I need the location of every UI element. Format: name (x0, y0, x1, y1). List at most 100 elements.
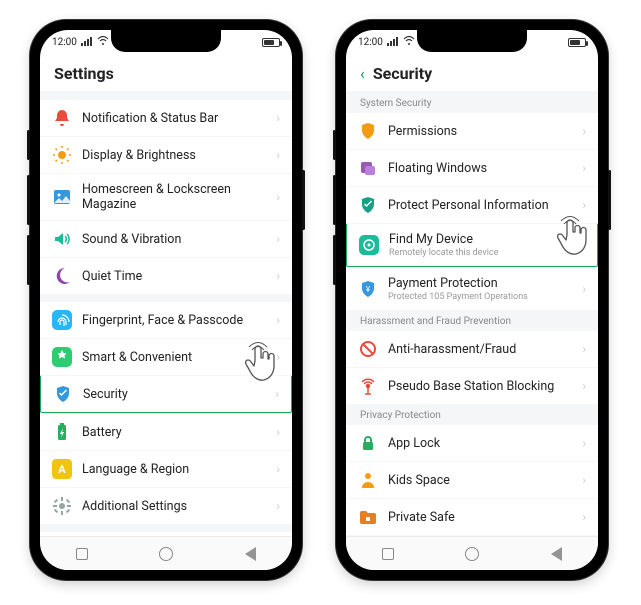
page-title: Settings (54, 64, 114, 83)
sound-icon (52, 229, 72, 249)
row-label: Floating Windows (388, 161, 572, 176)
row-label: Sound & Vibration (82, 232, 266, 247)
row-smart[interactable]: Smart & Convenient › (40, 338, 292, 375)
chevron-right-icon: › (582, 473, 586, 487)
row-label: Additional Settings (82, 499, 266, 514)
chevron-right-icon: › (276, 425, 280, 439)
chevron-right-icon: › (276, 350, 280, 364)
status-time: 12:00 (358, 37, 383, 48)
chevron-right-icon: › (275, 387, 279, 401)
row-label: Security (83, 387, 265, 402)
row-label: Language & Region (82, 462, 266, 477)
row-language[interactable]: A Language & Region › (40, 450, 292, 487)
chevron-right-icon: › (582, 282, 586, 296)
signal-icon (81, 36, 93, 49)
row-display[interactable]: Display & Brightness › (40, 136, 292, 173)
row-anti-harassment[interactable]: Anti-harassment/Fraud › (346, 331, 598, 367)
settings-list[interactable]: Notification & Status Bar › Display & Br… (40, 92, 292, 536)
chevron-right-icon: › (582, 161, 586, 175)
shield-icon (358, 121, 378, 141)
chevron-right-icon: › (582, 342, 586, 356)
wifi-icon (403, 36, 415, 49)
battery-icon (262, 38, 280, 47)
bell-icon (52, 108, 72, 128)
group-header: Privacy Protection (346, 404, 598, 425)
back-button[interactable] (551, 547, 562, 561)
navigation-bar (40, 536, 292, 570)
notch (417, 30, 527, 52)
row-security[interactable]: Security › (40, 375, 292, 413)
row-label: Battery (82, 425, 266, 440)
home-button[interactable] (159, 547, 173, 561)
header: Settings (40, 54, 292, 92)
group-header: System Security (346, 92, 598, 113)
row-app-lock[interactable]: App Lock › (346, 425, 598, 461)
person-icon (358, 470, 378, 490)
row-sound[interactable]: Sound & Vibration › (40, 220, 292, 257)
recent-apps-button[interactable] (382, 548, 394, 560)
chevron-right-icon: › (582, 198, 586, 212)
row-floating[interactable]: Floating Windows › (346, 149, 598, 186)
row-kids[interactable]: Kids Space › (346, 461, 598, 498)
row-battery[interactable]: Battery › (40, 413, 292, 450)
row-label: Homescreen & Lockscreen Magazine (82, 182, 266, 212)
battery-icon (568, 38, 586, 47)
moon-icon (52, 266, 72, 286)
row-updates[interactable]: Software Updates › (40, 532, 292, 536)
row-private-safe[interactable]: Private Safe › (346, 498, 598, 535)
row-label: Notification & Status Bar (82, 111, 266, 126)
row-additional[interactable]: Additional Settings › (40, 487, 292, 524)
security-list[interactable]: System Security Permissions › Floating W… (346, 92, 598, 536)
row-find-device[interactable]: Find My Device Remotely locate this devi… (346, 223, 598, 267)
chevron-right-icon: › (276, 190, 280, 204)
chevron-right-icon: › (276, 111, 280, 125)
back-icon[interactable]: ‹ (360, 66, 365, 82)
row-quiet[interactable]: Quiet Time › (40, 257, 292, 294)
row-homescreen[interactable]: Homescreen & Lockscreen Magazine › (40, 173, 292, 220)
chevron-right-icon: › (276, 499, 280, 513)
row-label: Pseudo Base Station Blocking (388, 379, 572, 394)
row-fingerprint[interactable]: Fingerprint, Face & Passcode › (40, 302, 292, 338)
sun-icon (52, 145, 72, 165)
wifi-icon (97, 36, 109, 49)
shield-icon (53, 384, 73, 404)
chevron-right-icon: › (276, 313, 280, 327)
row-permissions[interactable]: Permissions › (346, 113, 598, 149)
locate-icon (359, 235, 379, 255)
row-label: Protect Personal Information (388, 198, 572, 213)
row-label: App Lock (388, 436, 572, 451)
fingerprint-icon (52, 310, 72, 330)
lock-icon (358, 433, 378, 453)
shield-pay-icon: ¥ (358, 279, 378, 299)
phone-security: 12:00 ‹ Security System Security (336, 20, 608, 580)
row-label: Fingerprint, Face & Passcode (82, 313, 266, 328)
magic-icon (52, 347, 72, 367)
page-title: Security (373, 64, 432, 83)
row-label: Permissions (388, 124, 572, 139)
row-label: Quiet Time (82, 269, 266, 284)
row-notification[interactable]: Notification & Status Bar › (40, 100, 292, 136)
chevron-right-icon: › (582, 510, 586, 524)
battery-icon (52, 422, 72, 442)
home-button[interactable] (465, 547, 479, 561)
chevron-right-icon: › (582, 379, 586, 393)
row-pseudo-base[interactable]: Pseudo Base Station Blocking › (346, 367, 598, 404)
chevron-right-icon: › (582, 124, 586, 138)
phone-settings: 12:00 Settings (30, 20, 302, 580)
signal-icon (387, 36, 399, 49)
row-label: Find My Device (389, 232, 571, 247)
row-payment[interactable]: ¥ Payment Protection Protected 105 Payme… (346, 267, 598, 310)
row-label: Kids Space (388, 473, 572, 488)
row-protect-info[interactable]: Protect Personal Information › (346, 186, 598, 223)
row-label: Smart & Convenient (82, 350, 266, 365)
chevron-right-icon: › (581, 238, 585, 252)
back-button[interactable] (245, 547, 256, 561)
image-icon (52, 187, 72, 207)
group-header: Harassment and Fraud Prevention (346, 310, 598, 331)
window-icon (358, 158, 378, 178)
language-icon: A (52, 459, 72, 479)
row-sublabel: Protected 105 Payment Operations (388, 292, 572, 302)
gear-icon (52, 496, 72, 516)
chevron-right-icon: › (276, 148, 280, 162)
recent-apps-button[interactable] (76, 548, 88, 560)
